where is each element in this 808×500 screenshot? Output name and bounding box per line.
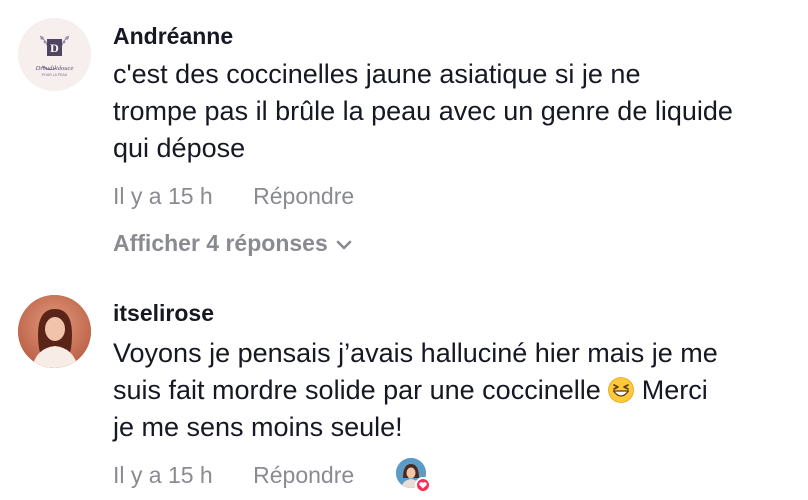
heart-icon [415, 477, 431, 493]
comment-text-line: suis fait mordre solide par une coccinel… [113, 372, 803, 409]
comment-text-segment: Merci [641, 375, 708, 405]
avatar[interactable] [18, 295, 91, 368]
creator-liked-badge [396, 458, 431, 493]
comment-text-segment: suis fait mordre solide par une coccinel… [113, 375, 601, 405]
avatar-photo-image [18, 295, 91, 368]
username[interactable]: itselirose [113, 300, 214, 327]
comment-item: D Droudilidouce POUR LA PEAU Andréanne c… [0, 0, 808, 275]
reply-button[interactable]: Répondre [253, 183, 354, 210]
comment-text-line: trompe pas il brûle la peau avec un genr… [113, 96, 733, 126]
comment-text: Voyons je pensais j’avais halluciné hier… [113, 335, 803, 446]
svg-text:D: D [50, 41, 59, 55]
svg-text:Droudilidouce: Droudilidouce [35, 65, 74, 72]
username[interactable]: Andréanne [113, 23, 233, 50]
comment-meta: Il y a 15 h Répondre [113, 183, 354, 210]
show-replies-label: Afficher 4 réponses [113, 230, 328, 256]
comment-text-line: qui dépose [113, 133, 246, 163]
svg-text:POUR LA PEAU: POUR LA PEAU [42, 73, 68, 77]
comment-text: c'est des coccinelles jaune asiatique si… [113, 56, 803, 167]
reply-button[interactable]: Répondre [253, 462, 354, 489]
chevron-down-icon [336, 240, 352, 250]
comment-text-line: je me sens moins seule! [113, 412, 403, 442]
emoji-grinning-squinting-icon [608, 377, 635, 403]
avatar[interactable]: D Droudilidouce POUR LA PEAU [18, 18, 91, 91]
timestamp: Il y a 15 h [113, 183, 213, 209]
avatar-logo-image: D Droudilidouce POUR LA PEAU [18, 18, 91, 91]
comment-text-line: c'est des coccinelles jaune asiatique si… [113, 59, 641, 89]
timestamp: Il y a 15 h [113, 462, 213, 488]
comment-meta: Il y a 15 h Répondre [113, 462, 354, 489]
comment-text-line: Voyons je pensais j’avais halluciné hier… [113, 338, 718, 368]
comment-item: itselirose Voyons je pensais j’avais hal… [0, 280, 808, 500]
show-replies-button[interactable]: Afficher 4 réponses [113, 230, 352, 257]
